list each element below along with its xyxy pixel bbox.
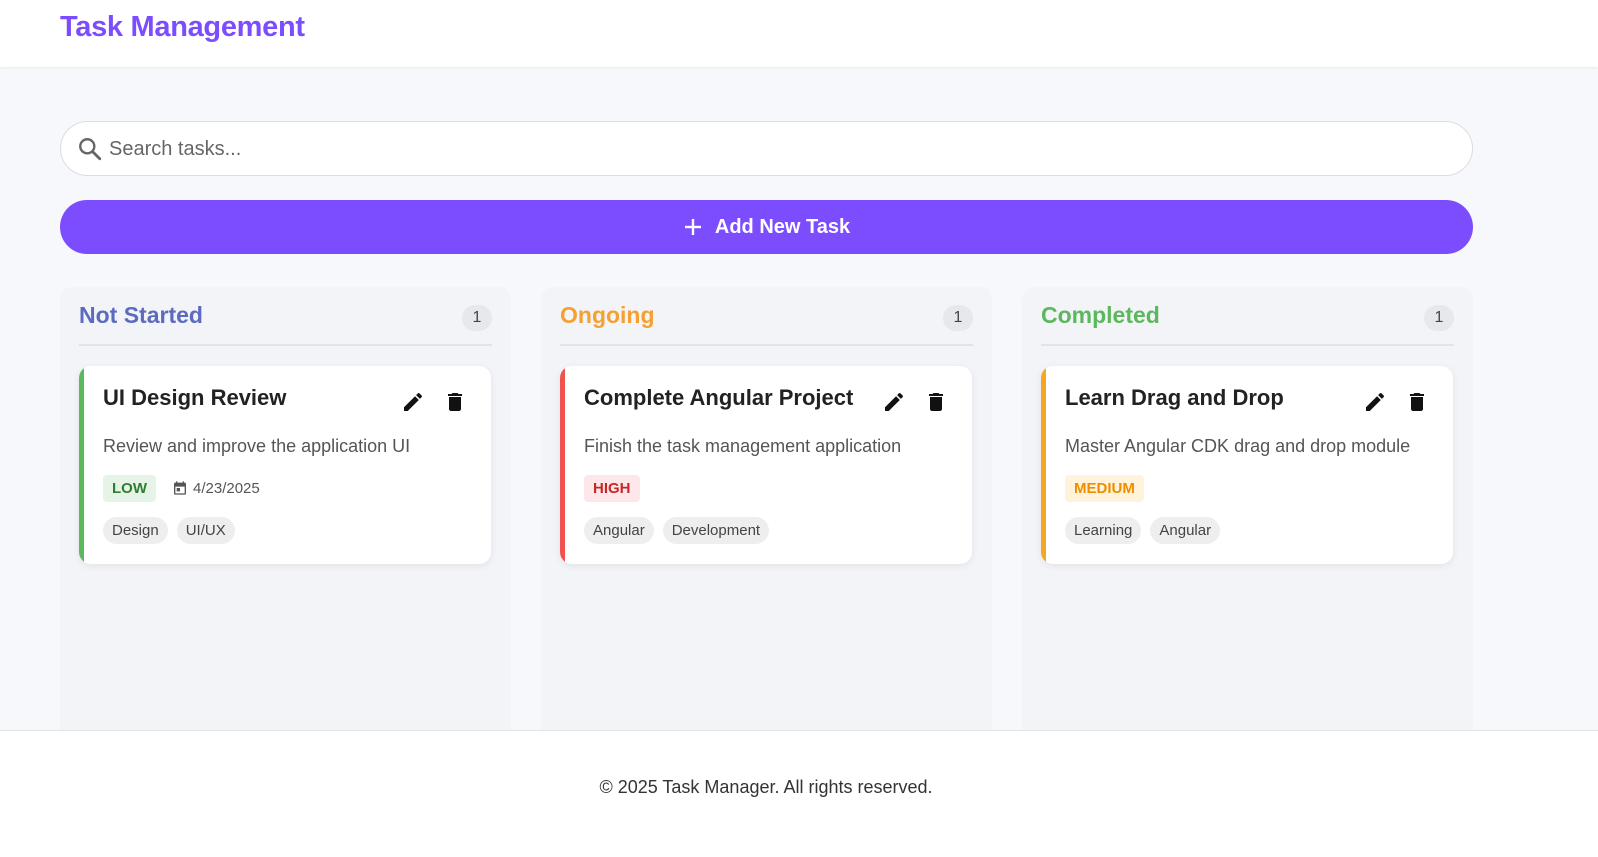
task-card[interactable]: UI Design Review Review and improve the … [79,366,491,564]
task-title: Learn Drag and Drop [1065,385,1284,410]
tag-list: Design UI/UX [103,517,244,544]
edit-icon[interactable] [1363,390,1387,414]
delete-icon[interactable] [443,390,467,414]
app-title: Task Management [60,11,305,43]
footer-copyright: © 2025 Task Manager. All rights reserved… [599,777,933,797]
task-description: Master Angular CDK drag and drop module [1065,436,1411,456]
column-completed[interactable]: Completed 1 Learn Drag and Drop Master A… [1022,287,1473,730]
task-title: Complete Angular Project [584,385,854,410]
tag: UI/UX [176,517,235,544]
due-date: 4/23/2025 [172,480,260,497]
column-not-started[interactable]: Not Started 1 UI Design Review Review an… [60,287,511,730]
column-header: Completed 1 [1041,301,1454,346]
column-header: Ongoing 1 [560,301,973,346]
search-box[interactable] [60,121,1473,176]
column-count-badge: 1 [943,305,973,331]
edit-icon[interactable] [401,390,425,414]
app-header: Task Management [0,0,1598,67]
edit-icon[interactable] [882,390,906,414]
priority-badge: LOW [103,474,156,502]
column-title: Not Started [79,302,203,328]
tag: Design [103,517,168,544]
column-count-badge: 1 [462,305,492,331]
priority-badge: MEDIUM [1065,474,1144,502]
priority-stripe [560,366,565,564]
tag: Development [662,517,770,544]
task-description: Finish the task management application [584,436,902,456]
add-new-task-button[interactable]: Add New Task [60,200,1473,254]
column-ongoing[interactable]: Ongoing 1 Complete Angular Project Finis… [541,287,992,730]
calendar-icon [174,481,186,495]
due-date-text: 4/23/2025 [193,479,260,497]
delete-icon[interactable] [1405,390,1429,414]
tag: Angular [1150,517,1221,544]
add-new-task-label: Add New Task [714,215,851,238]
search-icon [79,138,102,161]
plus-icon [684,219,701,235]
column-title: Ongoing [560,302,655,328]
priority-badge: HIGH [584,474,640,502]
task-card[interactable]: Complete Angular Project Finish the task… [560,366,972,564]
tag-list: Angular Development [584,517,778,544]
column-count-badge: 1 [1424,305,1454,331]
tag-list: Learning Angular [1065,517,1229,544]
page-footer: © 2025 Task Manager. All rights reserved… [0,730,1598,857]
task-meta: LOW 4/23/2025 [103,474,260,502]
priority-stripe [79,366,84,564]
priority-stripe [1041,366,1046,564]
task-meta: MEDIUM [1065,474,1144,502]
search-input[interactable] [109,130,1449,168]
tag: Learning [1065,517,1142,544]
task-title: UI Design Review [103,385,287,410]
column-title: Completed [1041,302,1160,328]
task-meta: HIGH [584,474,640,502]
task-card[interactable]: Learn Drag and Drop Master Angular CDK d… [1041,366,1453,564]
delete-icon[interactable] [924,390,948,414]
tag: Angular [584,517,654,544]
column-header: Not Started 1 [79,301,492,346]
task-description: Review and improve the application UI [103,436,411,456]
